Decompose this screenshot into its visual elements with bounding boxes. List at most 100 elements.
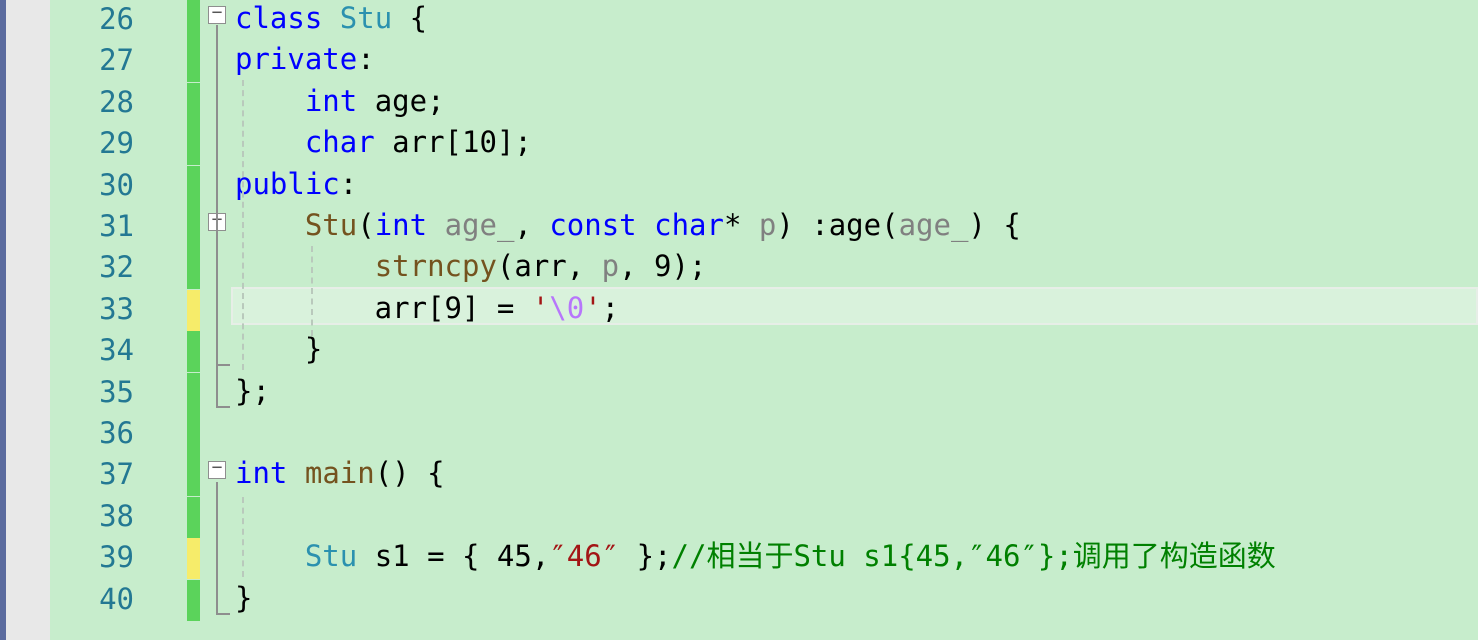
- code-line[interactable]: 37 − int main() {: [50, 455, 1478, 497]
- code-token: Stu: [339, 1, 393, 35]
- indent-guide: [242, 497, 244, 577]
- code-token: , 9);: [619, 249, 707, 284]
- code-text[interactable]: strncpy(arr, p, 9);: [235, 248, 707, 289]
- saved-change-marker: [187, 248, 200, 290]
- code-token: (arr,: [496, 249, 602, 284]
- code-token: //相当于Stu s1{45,″46″};调用了构造函数: [671, 539, 1276, 574]
- code-line[interactable]: 29 char arr[10];: [50, 124, 1478, 166]
- code-line[interactable]: 33 arr[9] = '\0';: [50, 289, 1478, 331]
- code-token: age_: [444, 208, 515, 242]
- code-line[interactable]: 31− Stu(int age_, const char* p) :age(ag…: [50, 207, 1478, 248]
- code-text[interactable]: char arr[10];: [235, 124, 532, 165]
- code-token: (: [357, 208, 375, 242]
- line-number: 33: [99, 291, 134, 326]
- code-token: age;: [357, 83, 445, 118]
- code-token: s1 = { 45,: [357, 539, 550, 574]
- code-token: :: [339, 166, 358, 201]
- code-token: };: [235, 373, 270, 408]
- code-editor[interactable]: 26− class Stu {27 private: 28 int age; 29 ch…: [50, 0, 1478, 640]
- code-line[interactable]: 34 }: [50, 331, 1478, 373]
- code-token: *: [723, 208, 759, 242]
- code-text[interactable]: Stu s1 = { 45,″46″ };//相当于Stu s1{45,″46″…: [235, 538, 1276, 579]
- code-line[interactable]: 30 public:: [50, 165, 1478, 207]
- code-text[interactable]: private:: [235, 41, 375, 82]
- fold-bracket-end: [216, 406, 230, 408]
- code-line[interactable]: 38: [50, 496, 1478, 538]
- code-token: main: [304, 456, 375, 491]
- code-token: ) :age(: [776, 208, 899, 242]
- code-line[interactable]: 39 Stu s1 = { 45,″46″ };//相当于Stu s1{45,″…: [50, 538, 1478, 580]
- code-token: }: [235, 332, 323, 367]
- code-token: class: [235, 1, 323, 35]
- code-token: ) {: [968, 208, 1021, 242]
- line-number: 29: [99, 126, 134, 161]
- code-token: {: [392, 1, 428, 35]
- code-token: () {: [374, 456, 445, 491]
- code-line[interactable]: 26 − class Stu {: [50, 0, 1478, 41]
- code-text[interactable]: public:: [235, 166, 357, 207]
- code-token: char: [304, 125, 375, 160]
- line-number: 38: [99, 498, 134, 533]
- code-text[interactable]: int main() {: [235, 455, 445, 496]
- code-text[interactable]: }: [235, 580, 252, 621]
- saved-change-marker: [187, 165, 200, 207]
- line-number: 40: [99, 581, 134, 616]
- code-text[interactable]: class Stu {: [235, 0, 427, 41]
- code-token: p: [758, 208, 777, 242]
- line-number: 28: [99, 84, 134, 119]
- indent-guide: [242, 80, 244, 370]
- code-token: }: [235, 580, 253, 615]
- saved-change-marker: [187, 0, 200, 41]
- code-token: ;: [601, 290, 620, 325]
- fold-bracket-line: [216, 482, 218, 615]
- collapse-icon[interactable]: −: [208, 459, 226, 480]
- unsaved-change-marker: [187, 289, 200, 331]
- fold-bracket-end: [216, 613, 230, 615]
- collapse-icon[interactable]: −: [208, 4, 226, 24]
- code-token: int: [235, 456, 288, 491]
- code-text[interactable]: };: [235, 373, 270, 414]
- code-line[interactable]: 40}: [50, 579, 1478, 621]
- code-token: arr[10];: [374, 125, 532, 160]
- indicator-margin[interactable]: [6, 0, 50, 640]
- code-token: const: [549, 208, 637, 242]
- code-token: private: [235, 42, 358, 77]
- code-line[interactable]: 32 strncpy(arr, p, 9);: [50, 248, 1478, 290]
- line-number: 27: [99, 43, 134, 78]
- code-line[interactable]: 35};: [50, 372, 1478, 414]
- saved-change-marker: [187, 41, 200, 83]
- saved-change-marker: [187, 579, 200, 621]
- saved-change-marker: [187, 207, 200, 248]
- line-number: 36: [99, 416, 134, 450]
- code-text[interactable]: arr[9] = '\0';: [235, 290, 619, 331]
- code-line[interactable]: 36: [50, 414, 1478, 455]
- code-text[interactable]: int age;: [235, 83, 445, 124]
- code-token: ': [531, 290, 550, 325]
- line-number: 31: [99, 209, 134, 243]
- code-token: public: [235, 166, 340, 201]
- code-text[interactable]: Stu(int age_, const char* p) :age(age_) …: [235, 207, 1021, 248]
- line-number: 26: [99, 2, 134, 36]
- code-token: int: [374, 208, 428, 242]
- code-token: int: [304, 83, 358, 118]
- code-text[interactable]: }: [235, 331, 322, 372]
- code-token: ': [584, 290, 602, 325]
- code-token: p: [601, 249, 620, 284]
- indent-guide: [311, 246, 313, 336]
- saved-change-marker: [187, 455, 200, 497]
- code-line[interactable]: 28 int age;: [50, 82, 1478, 124]
- code-line[interactable]: 27 private:: [50, 41, 1478, 83]
- code-token: ″46″: [549, 539, 620, 574]
- code-token: :: [357, 42, 375, 77]
- line-number: 32: [99, 250, 134, 285]
- saved-change-marker: [187, 496, 200, 538]
- saved-change-marker: [187, 124, 200, 166]
